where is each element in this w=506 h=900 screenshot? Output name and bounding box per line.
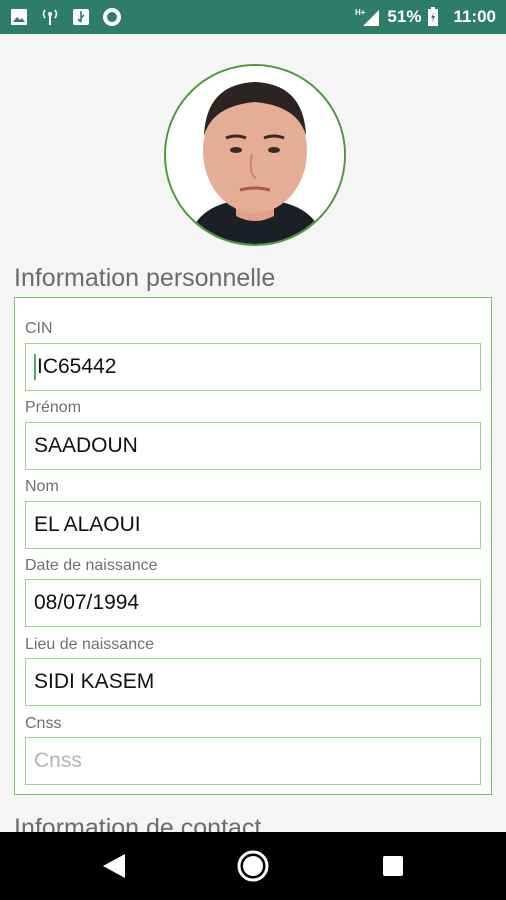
- text-cursor: [34, 354, 36, 380]
- contact-info-title: Information de contact: [14, 814, 262, 832]
- nom-field[interactable]: EL ALAOUI: [25, 501, 481, 549]
- birth-place-field[interactable]: SIDI KASEM: [25, 658, 481, 706]
- birth-date-value: 08/07/1994: [34, 591, 140, 614]
- navigation-bar: [0, 832, 506, 900]
- cnss-label: Cnss: [25, 715, 62, 732]
- back-icon: [103, 854, 125, 878]
- personal-info-form: CIN IC65442 Prénom SAADOUN Nom EL ALAOUI…: [14, 297, 492, 795]
- system-icons: H+ 51% 11:00: [355, 7, 496, 27]
- cin-value: IC65442: [37, 355, 117, 378]
- broadcast-icon: [40, 8, 60, 26]
- cin-field[interactable]: IC65442: [25, 343, 481, 391]
- birth-date-label: Date de naissance: [25, 557, 158, 574]
- nom-value: EL ALAOUI: [34, 513, 141, 536]
- back-button[interactable]: [84, 832, 144, 900]
- record-icon: [102, 7, 122, 27]
- birth-place-value: SIDI KASEM: [34, 670, 155, 693]
- clock: 11:00: [453, 7, 496, 26]
- network-type: H+: [355, 8, 366, 17]
- notification-icons: [10, 7, 122, 27]
- prenom-label: Prénom: [25, 399, 82, 416]
- battery-percent: 51%: [387, 7, 422, 26]
- image-icon: [10, 8, 28, 26]
- prenom-field[interactable]: SAADOUN: [25, 422, 481, 470]
- home-icon: [237, 850, 269, 882]
- profile-photo[interactable]: [164, 64, 346, 246]
- battery-icon: [427, 7, 439, 27]
- usb-icon: [72, 8, 90, 26]
- signal-icon: H+: [355, 7, 381, 27]
- prenom-value: SAADOUN: [34, 434, 138, 457]
- status-bar: H+ 51% 11:00: [0, 0, 506, 34]
- home-button[interactable]: [223, 832, 283, 900]
- recent-apps-button[interactable]: [363, 832, 423, 900]
- birth-date-field[interactable]: 08/07/1994: [25, 579, 481, 627]
- personal-info-title: Information personnelle: [14, 264, 276, 292]
- birth-place-label: Lieu de naissance: [25, 636, 154, 653]
- cnss-placeholder: Cnss: [34, 749, 82, 772]
- cnss-field[interactable]: Cnss: [25, 737, 481, 785]
- profile-screen: Information personnelle CIN IC65442 Prén…: [0, 34, 506, 832]
- nom-label: Nom: [25, 478, 59, 495]
- recent-apps-icon: [383, 856, 403, 876]
- cin-label: CIN: [25, 320, 53, 337]
